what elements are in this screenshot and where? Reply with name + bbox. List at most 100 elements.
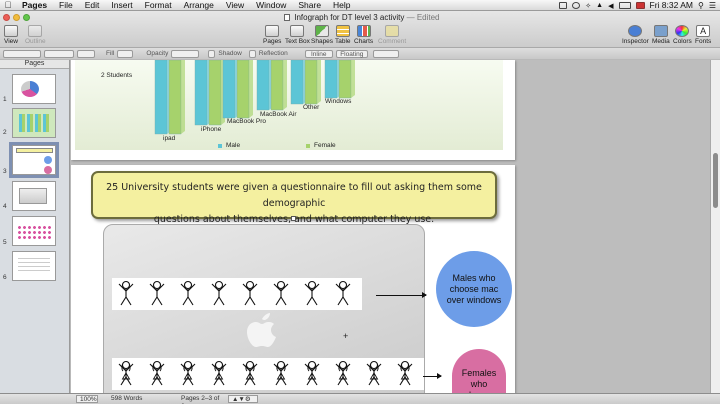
female-stick-figure: [269, 358, 293, 388]
charts-label: Charts: [354, 38, 374, 45]
female-stick-figure: [393, 358, 417, 388]
volume-icon[interactable]: ◀: [608, 2, 613, 10]
style-popup[interactable]: [3, 49, 41, 58]
pages-button[interactable]: Pages: [263, 25, 281, 45]
female-stick-figure: [145, 358, 169, 388]
opacity-field[interactable]: [171, 49, 200, 58]
close-button[interactable]: [3, 14, 10, 21]
page-thumbnail-2[interactable]: [12, 108, 56, 138]
female-figure-icon: [397, 360, 413, 386]
thumb-dots: [17, 225, 51, 239]
bluetooth-icon[interactable]: ✧: [585, 2, 591, 10]
intro-callout-box[interactable]: 25 University students were given a ques…: [91, 171, 497, 225]
females-choose-bubble[interactable]: Females who choose: [452, 349, 506, 393]
chart-bar-4-male: [290, 60, 304, 105]
chart-bar-2-male: [222, 60, 236, 119]
spotlight-icon[interactable]: ⚲: [698, 1, 704, 10]
view-button[interactable]: View: [4, 25, 18, 45]
chart-bar-1-male: [194, 60, 208, 126]
apple-menu-icon[interactable]: : [0, 0, 16, 10]
flag-icon[interactable]: [635, 1, 645, 9]
female-stick-figure: [207, 358, 231, 388]
wrap-inline-button[interactable]: Inline: [304, 49, 333, 58]
scrollbar-thumb[interactable]: [713, 153, 718, 208]
colors-button[interactable]: Colors: [673, 25, 692, 45]
male-figure-icon: [211, 280, 227, 306]
stroke-style-popup[interactable]: [44, 49, 74, 58]
female-figure-icon: [211, 360, 227, 386]
menu-file[interactable]: File: [53, 0, 79, 10]
vertical-scrollbar[interactable]: [710, 60, 720, 393]
selection-handle[interactable]: [291, 216, 296, 221]
battery-icon[interactable]: [618, 1, 631, 9]
chart-plot: [154, 60, 355, 135]
charts-button[interactable]: Charts: [354, 25, 373, 45]
document-canvas[interactable]: 2 Students ipad iPhone MacBook Pro MacBo…: [71, 60, 710, 393]
x-label-windows: Windows: [325, 98, 352, 105]
stroke-width-field[interactable]: [77, 49, 95, 58]
females-bubble-text: Females who choose: [461, 367, 497, 394]
timemachine-icon[interactable]: [572, 1, 581, 9]
outline-button[interactable]: Outline: [25, 25, 46, 45]
wrap-floating-button[interactable]: Floating: [335, 49, 368, 58]
page-thumbnail-6[interactable]: [12, 251, 56, 281]
zoom-button[interactable]: [23, 14, 30, 21]
male-figure-icon: [304, 280, 320, 306]
zoom-popup[interactable]: 100%: [76, 395, 98, 403]
page-thumbnail-3[interactable]: [9, 142, 59, 178]
bar-chart[interactable]: 2 Students ipad iPhone MacBook Pro MacBo…: [75, 60, 503, 150]
males-choose-mac-bubble[interactable]: Males who choose mac over windows: [436, 251, 512, 327]
textbox-button[interactable]: Text Box: [285, 25, 310, 45]
female-stick-figure: [300, 358, 324, 388]
fonts-button[interactable]: A Fonts: [695, 25, 711, 45]
female-stick-figure: [114, 358, 138, 388]
page-thumbnail-5[interactable]: [12, 216, 56, 246]
shadow-checkbox[interactable]: [208, 49, 216, 58]
male-stick-figure: [300, 278, 324, 308]
comment-button[interactable]: Comment: [378, 25, 406, 45]
menu-edit[interactable]: Edit: [79, 0, 106, 10]
menu-arrange[interactable]: Arrange: [178, 0, 220, 10]
chart-bar-2-female: [236, 60, 250, 119]
media-button[interactable]: Media: [652, 25, 670, 45]
table-button[interactable]: Table: [335, 25, 351, 45]
chart-bar-side-2-female: [249, 60, 253, 118]
female-figure-icon: [335, 360, 351, 386]
page-thumbnail-1[interactable]: [12, 74, 56, 104]
menu-app[interactable]: Pages: [16, 0, 53, 10]
male-stick-figure: [145, 278, 169, 308]
media-icon: [653, 25, 668, 37]
menubar-clock[interactable]: Fri 8:32 AM: [650, 0, 693, 10]
minimize-button[interactable]: [13, 14, 20, 21]
reflection-checkbox[interactable]: [248, 49, 256, 58]
menu-format[interactable]: Format: [139, 0, 178, 10]
legend-male-swatch: [218, 144, 222, 148]
menu-window[interactable]: Window: [250, 0, 292, 10]
outline-label: Outline: [25, 38, 46, 45]
female-arrow[interactable]: [423, 373, 442, 379]
shadow-label: Shadow: [218, 50, 242, 57]
fill-color-well[interactable]: [117, 49, 134, 58]
menu-insert[interactable]: Insert: [105, 0, 138, 10]
menu-help[interactable]: Help: [327, 0, 356, 10]
fonts-label: Fonts: [695, 38, 712, 45]
table-label: Table: [335, 38, 351, 45]
inspector-button[interactable]: Inspector: [622, 25, 649, 45]
page-thumbnail-4[interactable]: [12, 181, 56, 211]
thumb-circle-pink: [44, 166, 52, 174]
male-stick-figure: [269, 278, 293, 308]
wrap-options-popup[interactable]: [372, 49, 399, 58]
screen-mirror-icon[interactable]: [559, 1, 568, 9]
menu-share[interactable]: Share: [292, 0, 327, 10]
page-navigation[interactable]: ▲▼⚙: [228, 395, 258, 403]
menu-view[interactable]: View: [220, 0, 250, 10]
callout-line-1: 25 University students were given a ques…: [106, 182, 482, 209]
notification-center-icon[interactable]: ☰: [709, 1, 716, 10]
males-bubble-text: Males who choose mac over windows: [446, 272, 502, 305]
document-icon: [284, 14, 290, 21]
shapes-button[interactable]: Shapes: [311, 25, 333, 45]
male-arrow[interactable]: [376, 292, 427, 298]
comment-icon: [385, 25, 400, 37]
thumb-number-6: 6: [3, 274, 7, 281]
wifi-icon[interactable]: ▲: [596, 2, 603, 9]
